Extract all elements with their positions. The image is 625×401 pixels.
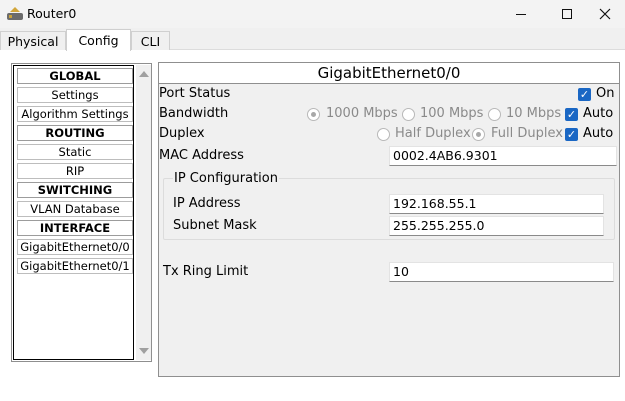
interface-panel: GigabitEthernet0/0 Port Status ✓ On Band… — [158, 62, 620, 377]
scroll-up-icon[interactable] — [139, 71, 149, 77]
nav-item-vlan-database[interactable]: VLAN Database — [17, 201, 133, 217]
minimize-icon — [516, 13, 526, 15]
tab-bar: Physical Config CLI — [0, 28, 625, 51]
config-nav-panel: GLOBAL Settings Algorithm Settings ROUTI… — [11, 63, 152, 362]
subnet-mask-field[interactable]: 255.255.255.0 — [389, 216, 604, 236]
nav-item-static[interactable]: Static — [17, 144, 133, 160]
nav-item-gigabitethernet0-0[interactable]: GigabitEthernet0/0 — [17, 239, 133, 255]
duplex-auto-checkbox[interactable]: ✓ — [565, 128, 578, 141]
ip-address-field[interactable]: 192.168.55.1 — [389, 194, 604, 214]
tab-cli[interactable]: CLI — [131, 31, 170, 50]
tab-config[interactable]: Config — [66, 29, 131, 51]
nav-item-gigabitethernet0-1[interactable]: GigabitEthernet0/1 — [17, 258, 133, 274]
minimize-button[interactable] — [498, 0, 544, 28]
title-bar: Router0 — [0, 0, 625, 28]
close-icon — [599, 8, 611, 20]
subnet-mask-label: Subnet Mask — [173, 218, 257, 233]
ip-address-label: IP Address — [173, 196, 241, 211]
nav-item-rip[interactable]: RIP — [17, 163, 133, 179]
bandwidth-1000-label: 1000 Mbps — [326, 106, 398, 121]
ip-configuration-label: IP Configuration — [173, 171, 279, 186]
full-duplex-radio[interactable] — [472, 128, 485, 141]
bandwidth-label: Bandwidth — [159, 106, 229, 121]
nav-header-interface: INTERFACE — [17, 220, 133, 236]
tx-ring-limit-field[interactable]: 10 — [389, 262, 614, 282]
half-duplex-radio[interactable] — [377, 128, 390, 141]
mac-address-label: MAC Address — [159, 148, 244, 163]
router-app-icon — [7, 7, 23, 20]
scroll-down-icon[interactable] — [139, 348, 149, 354]
nav-header-global: GLOBAL — [17, 68, 133, 84]
bandwidth-10-label: 10 Mbps — [506, 106, 562, 121]
nav-header-switching: SWITCHING — [17, 182, 133, 198]
nav-header-routing: ROUTING — [17, 125, 133, 141]
nav-item-algorithm-settings[interactable]: Algorithm Settings — [17, 106, 133, 122]
interface-title: GigabitEthernet0/0 — [159, 63, 619, 84]
tx-ring-limit-label: Tx Ring Limit — [163, 264, 249, 279]
duplex-auto-label: Auto — [583, 126, 614, 141]
close-button[interactable] — [582, 0, 625, 28]
bandwidth-auto-checkbox[interactable]: ✓ — [565, 108, 578, 121]
window-title: Router0 — [27, 6, 77, 21]
bandwidth-100-label: 100 Mbps — [420, 106, 484, 121]
port-status-on-label: On — [596, 86, 615, 101]
duplex-label: Duplex — [159, 126, 205, 141]
half-duplex-label: Half Duplex — [395, 126, 471, 141]
bandwidth-10-radio[interactable] — [488, 108, 501, 121]
maximize-icon — [562, 9, 572, 19]
bandwidth-1000-radio[interactable] — [307, 108, 320, 121]
port-status-on-checkbox[interactable]: ✓ — [578, 88, 591, 101]
bandwidth-100-radio[interactable] — [402, 108, 415, 121]
nav-scrollbar[interactable] — [136, 65, 151, 360]
nav-item-settings[interactable]: Settings — [17, 87, 133, 103]
tab-physical[interactable]: Physical — [0, 31, 66, 50]
port-status-label: Port Status — [159, 86, 231, 101]
full-duplex-label: Full Duplex — [491, 126, 563, 141]
config-nav-list: GLOBAL Settings Algorithm Settings ROUTI… — [13, 65, 134, 360]
bandwidth-auto-label: Auto — [583, 106, 614, 121]
mac-address-field[interactable]: 0002.4AB6.9301 — [389, 146, 617, 166]
